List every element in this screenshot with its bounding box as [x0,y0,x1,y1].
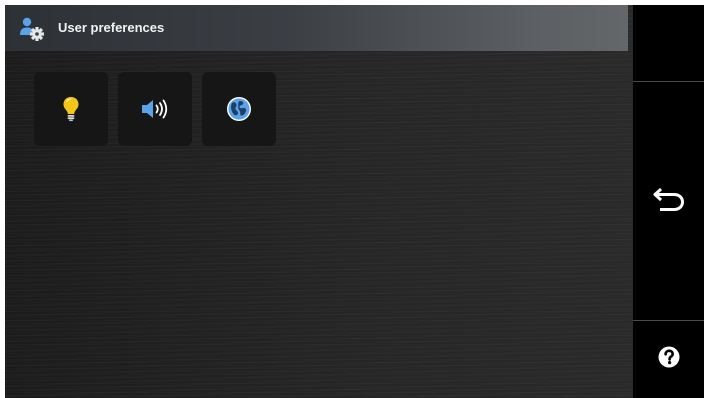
user-settings-icon [18,15,46,43]
help-icon [658,346,680,373]
lightbulb-icon [62,96,80,122]
display-settings-tile[interactable] [34,72,108,146]
language-settings-tile[interactable] [202,72,276,146]
main-panel: User preferences [5,5,633,398]
preferences-tiles [34,72,276,146]
speaker-icon [141,98,169,120]
back-button[interactable] [633,82,704,320]
sound-settings-tile[interactable] [118,72,192,146]
side-nav [633,5,704,398]
back-arrow-icon [652,185,686,218]
title-bar: User preferences [5,5,628,51]
device-screen: User preferences [5,5,704,398]
globe-icon [226,96,252,122]
page-title: User preferences [58,20,165,35]
help-button[interactable] [633,321,704,398]
